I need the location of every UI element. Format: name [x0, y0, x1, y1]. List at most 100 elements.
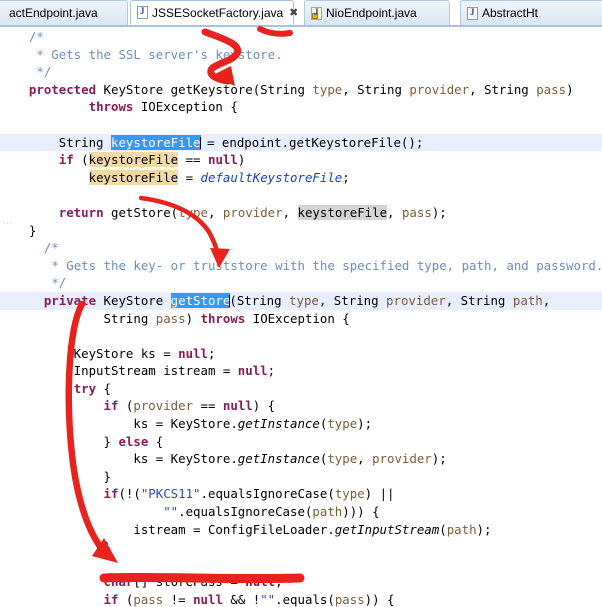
code-token: ) ||: [364, 486, 395, 502]
code-token: .equalsIgnoreCase(: [200, 486, 335, 502]
code-token: type: [334, 486, 365, 502]
code-line[interactable]: }: [0, 468, 602, 486]
tab-nio-endpoint[interactable]: NioEndpoint.java: [304, 0, 450, 25]
tab-abstract-http[interactable]: AbstractHt: [460, 0, 602, 25]
code-token: (: [73, 152, 89, 168]
java-file-icon: [137, 6, 148, 19]
code-token: ,: [207, 204, 223, 220]
code-token: istream = ConfigFileLoader.: [14, 521, 335, 537]
code-line[interactable]: [0, 116, 602, 134]
tab-act-endpoint[interactable]: actEndpoint.java: [0, 0, 128, 25]
code-token: if: [103, 486, 119, 502]
code-line[interactable]: String pass) throws IOException {: [0, 310, 602, 328]
code-line[interactable]: private KeyStore getStore(String type, S…: [0, 291, 602, 310]
code-line[interactable]: KeyStore ks = null;: [0, 345, 602, 363]
code-line[interactable]: "".equalsIgnoreCase(path))) {: [0, 503, 602, 521]
code-token: getInputStream: [334, 521, 440, 537]
code-token: provider: [386, 292, 446, 308]
code-line[interactable]: /*: [0, 28, 602, 46]
code-token: = endpoint.getKeystoreFile();: [199, 134, 424, 150]
code-token: String: [14, 134, 111, 150]
code-token: type: [327, 416, 358, 432]
code-token: ,: [282, 204, 298, 220]
code-line[interactable]: } else {: [0, 433, 602, 451]
code-token: .equalsIgnoreCase(: [178, 504, 313, 520]
code-line[interactable]: if (provider == null) {: [0, 397, 602, 415]
code-editor-area[interactable]: ⋯ /* * Gets the SSL server's keystore. *…: [0, 28, 602, 607]
code-line[interactable]: */: [0, 274, 602, 292]
code-token: type: [289, 292, 319, 308]
code-line[interactable]: if(!("PKCS11".equalsIgnoreCase(type) ||: [0, 485, 602, 503]
code-line[interactable]: }: [0, 538, 602, 556]
code-token: IOException {: [245, 310, 350, 326]
code-token: , String: [445, 292, 513, 308]
code-line[interactable]: [0, 556, 602, 574]
code-token: null: [222, 398, 253, 414]
tab-label: AbstractHt: [482, 6, 539, 20]
code-token: return: [58, 204, 104, 220]
code-token: provider: [409, 81, 470, 97]
code-line[interactable]: if (keystoreFile == null): [0, 151, 602, 169]
code-token: ;: [207, 345, 216, 361]
code-token: pass: [536, 81, 567, 97]
code-line[interactable]: try {: [0, 380, 602, 398]
code-line[interactable]: }: [0, 222, 602, 240]
code-token: keystoreFile: [88, 169, 179, 185]
code-token: path: [512, 292, 543, 308]
tab-label: NioEndpoint.java: [326, 6, 417, 20]
code-token: pass: [401, 204, 432, 220]
code-token: char: [103, 574, 134, 590]
code-line[interactable]: * Gets the SSL server's keystore.: [0, 46, 602, 64]
code-token: }: [14, 433, 119, 449]
code-line[interactable]: istream = ConfigFileLoader.getInputStrea…: [0, 521, 602, 539]
code-token: (: [118, 398, 134, 414]
code-token: null: [245, 574, 276, 590]
code-token: pass: [155, 310, 186, 326]
code-token: if: [103, 592, 119, 607]
code-token: getStore: [170, 292, 231, 308]
code-token: ;: [275, 574, 283, 590]
code-line[interactable]: throws IOException {: [0, 98, 602, 116]
code-token: keystoreFile: [110, 134, 201, 150]
code-token: keystoreFile: [88, 152, 179, 168]
code-line[interactable]: return getStore(type, provider, keystore…: [0, 204, 602, 222]
code-line[interactable]: */: [0, 63, 602, 81]
code-token: IOException {: [133, 99, 238, 115]
code-line[interactable]: char[] storePass = null;: [0, 573, 602, 591]
code-token: }: [14, 539, 111, 555]
code-line[interactable]: ks = KeyStore.getInstance(type, provider…: [0, 450, 602, 468]
code-token: /*: [28, 29, 44, 44]
code-line[interactable]: [0, 327, 602, 345]
code-line[interactable]: protected KeyStore getKeystore(String ty…: [0, 81, 602, 99]
code-token: );: [357, 416, 373, 432]
tab-bar-underline: [0, 25, 602, 27]
code-token: ;: [267, 363, 276, 379]
code-line[interactable]: /*: [0, 239, 602, 257]
code-line[interactable]: String keystoreFile = endpoint.getKeysto…: [0, 133, 602, 152]
tab-jsse-socket-factory[interactable]: JSSESocketFactory.java ✖: [130, 0, 298, 25]
code-line[interactable]: keystoreFile = defaultKeystoreFile;: [0, 169, 602, 187]
code-token: /*: [43, 240, 59, 256]
code-token: {: [96, 380, 111, 396]
code-line[interactable]: ks = KeyStore.getInstance(type);: [0, 415, 602, 433]
close-icon[interactable]: ✖: [289, 6, 298, 19]
code-token: }: [14, 468, 111, 484]
code-token: * Gets the SSL server's keystore.: [36, 46, 283, 62]
code-line[interactable]: if (pass != null && !"".equals(pass)) {: [0, 591, 602, 607]
code-token: );: [431, 451, 447, 467]
code-line[interactable]: * Gets the key- or truststore with the s…: [0, 257, 602, 275]
code-line[interactable]: InputStream istream = null;: [0, 362, 602, 380]
code-token: , String: [469, 81, 537, 97]
code-line[interactable]: [0, 186, 602, 204]
code-token: null: [207, 152, 238, 168]
java-file-icon: [467, 6, 478, 20]
code-token: (: [118, 592, 134, 607]
